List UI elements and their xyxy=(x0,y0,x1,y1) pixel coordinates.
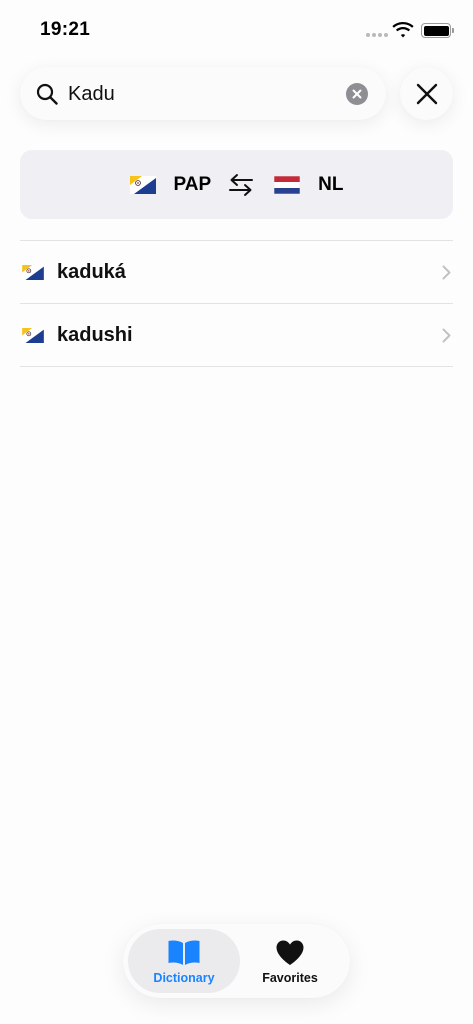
divider xyxy=(20,366,453,367)
clear-search-button[interactable] xyxy=(346,83,368,105)
search-icon xyxy=(36,83,58,105)
result-word: kadushi xyxy=(57,323,133,346)
signal-dots-icon xyxy=(366,33,388,37)
wifi-icon xyxy=(392,22,414,38)
chevron-right-icon xyxy=(442,328,451,343)
bonaire-flag-icon xyxy=(129,175,156,194)
status-bar: 19:21 xyxy=(0,0,473,60)
close-icon xyxy=(416,83,437,104)
target-language[interactable]: NL xyxy=(274,173,344,196)
netherlands-flag-icon xyxy=(274,175,301,194)
bonaire-flag-icon xyxy=(22,327,44,343)
swap-arrows-icon xyxy=(229,173,254,196)
result-list: kaduká kadushi xyxy=(20,240,453,367)
target-language-code: NL xyxy=(318,173,344,195)
result-row-kaduka[interactable]: kaduká xyxy=(20,241,453,303)
tab-label: Favorites xyxy=(262,971,318,985)
source-language-code: PAP xyxy=(173,173,212,195)
chevron-right-icon xyxy=(442,265,451,280)
battery-icon xyxy=(421,23,454,38)
tab-favorites[interactable]: Favorites xyxy=(234,929,346,993)
language-switch[interactable]: PAP NL xyxy=(20,150,453,219)
book-icon xyxy=(168,940,200,965)
screen: 19:21 Kadu PAP NL kaduká kadushi Diction… xyxy=(0,0,473,1024)
result-row-kadushi[interactable]: kadushi xyxy=(20,304,453,366)
swap-languages-button[interactable] xyxy=(228,172,254,198)
heart-icon xyxy=(276,940,304,965)
bonaire-flag-icon xyxy=(22,264,44,280)
tab-bar: Dictionary Favorites xyxy=(123,924,350,998)
tab-dictionary[interactable]: Dictionary xyxy=(128,929,240,993)
tab-label: Dictionary xyxy=(153,971,215,985)
search-input[interactable] xyxy=(68,79,338,109)
source-language[interactable]: PAP xyxy=(129,173,212,196)
clear-icon xyxy=(352,89,362,99)
search-bar[interactable] xyxy=(20,67,386,120)
status-time: 19:21 xyxy=(40,19,91,40)
result-word: kaduká xyxy=(57,260,126,283)
close-button[interactable] xyxy=(400,67,453,120)
